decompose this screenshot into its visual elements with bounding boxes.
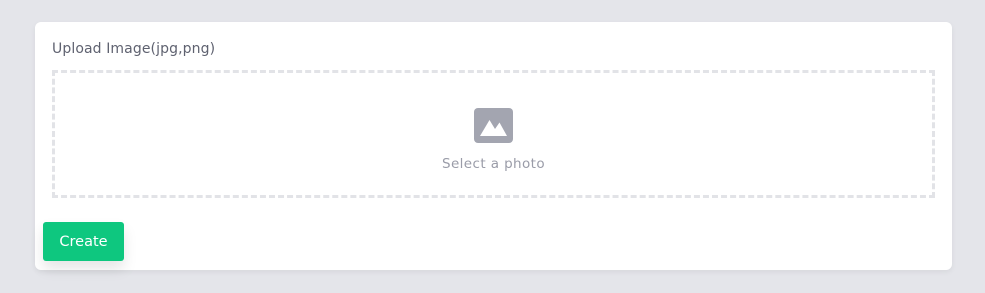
- image-dropzone[interactable]: Select a photo: [52, 70, 935, 198]
- create-button[interactable]: Create: [43, 222, 124, 261]
- upload-image-label: Upload Image(jpg,png): [52, 41, 216, 57]
- select-photo-text: Select a photo: [441, 156, 546, 172]
- upload-card: Upload Image(jpg,png) Select a photo Cre…: [35, 22, 952, 270]
- image-icon: [474, 108, 513, 143]
